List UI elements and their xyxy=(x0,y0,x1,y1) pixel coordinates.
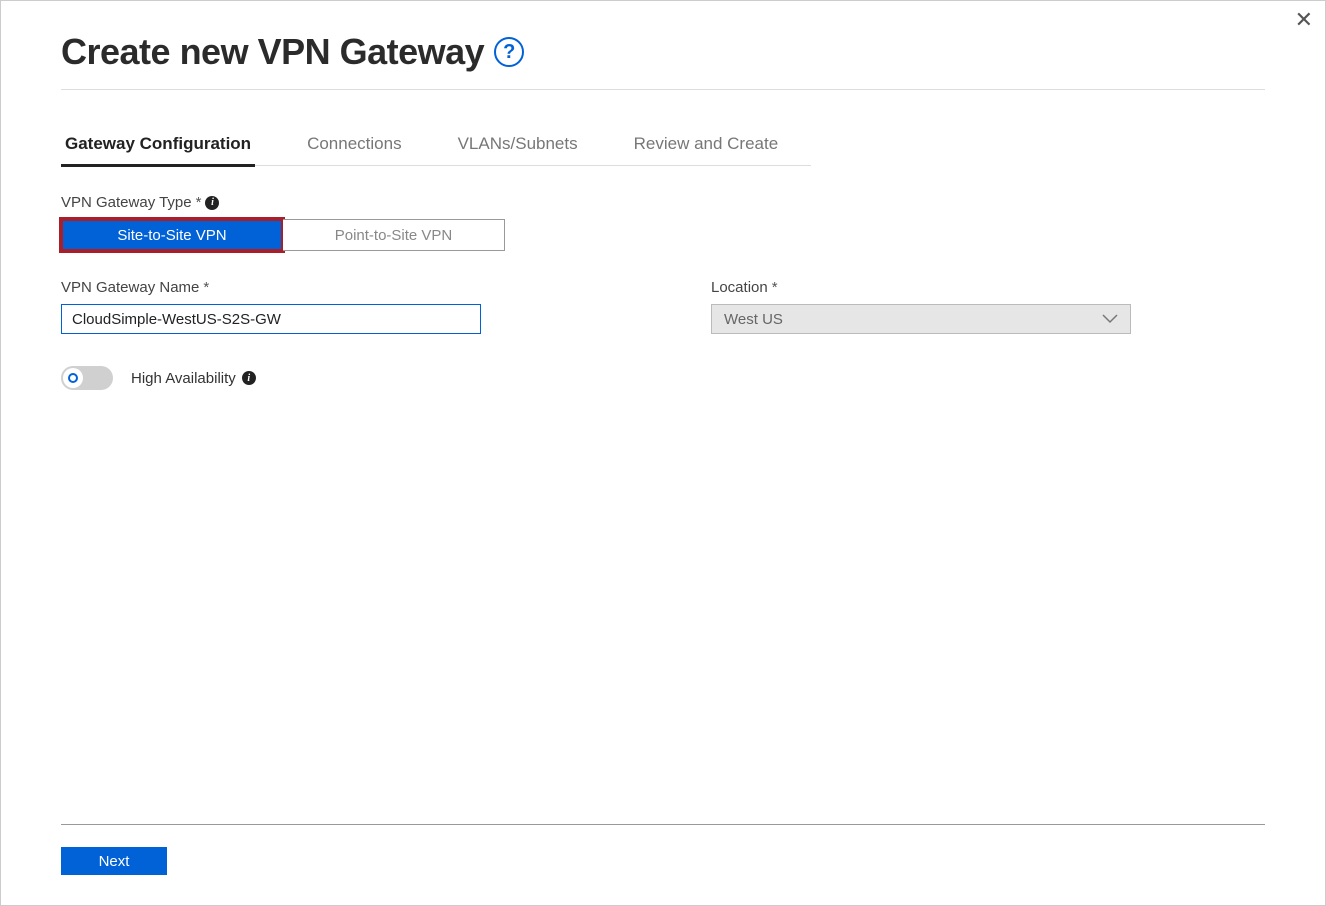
toggle-knob xyxy=(63,368,83,388)
required-marker: * xyxy=(196,194,202,211)
gateway-name-label-text: VPN Gateway Name xyxy=(61,279,199,296)
page-title: Create new VPN Gateway xyxy=(61,31,484,73)
required-marker: * xyxy=(772,279,778,296)
gateway-type-point-to-site[interactable]: Point-to-Site VPN xyxy=(283,219,505,251)
chevron-down-icon xyxy=(1102,314,1118,324)
tab-review-create[interactable]: Review and Create xyxy=(630,126,783,167)
gateway-name-input[interactable] xyxy=(61,304,481,334)
toggle-indicator-icon xyxy=(68,373,78,383)
gateway-type-label: VPN Gateway Type * i xyxy=(61,194,1265,211)
high-availability-toggle[interactable] xyxy=(61,366,113,390)
next-button[interactable]: Next xyxy=(61,847,167,875)
close-icon[interactable]: ✕ xyxy=(1295,9,1313,31)
gateway-name-label: VPN Gateway Name * xyxy=(61,279,481,296)
required-marker: * xyxy=(203,279,209,296)
tab-connections[interactable]: Connections xyxy=(303,126,406,167)
info-icon[interactable]: i xyxy=(205,196,219,210)
tabs: Gateway Configuration Connections VLANs/… xyxy=(61,126,811,166)
tab-gateway-configuration[interactable]: Gateway Configuration xyxy=(61,126,255,167)
high-availability-label-text: High Availability xyxy=(131,370,236,387)
info-icon[interactable]: i xyxy=(242,371,256,385)
location-label: Location * xyxy=(711,279,1131,296)
location-dropdown[interactable]: West US xyxy=(711,304,1131,334)
tab-vlans-subnets[interactable]: VLANs/Subnets xyxy=(454,126,582,167)
high-availability-label: High Availability i xyxy=(131,370,256,387)
gateway-type-label-text: VPN Gateway Type xyxy=(61,194,192,211)
location-label-text: Location xyxy=(711,279,768,296)
help-icon[interactable]: ? xyxy=(494,37,524,67)
gateway-type-site-to-site[interactable]: Site-to-Site VPN xyxy=(61,219,283,251)
location-value: West US xyxy=(724,311,783,328)
